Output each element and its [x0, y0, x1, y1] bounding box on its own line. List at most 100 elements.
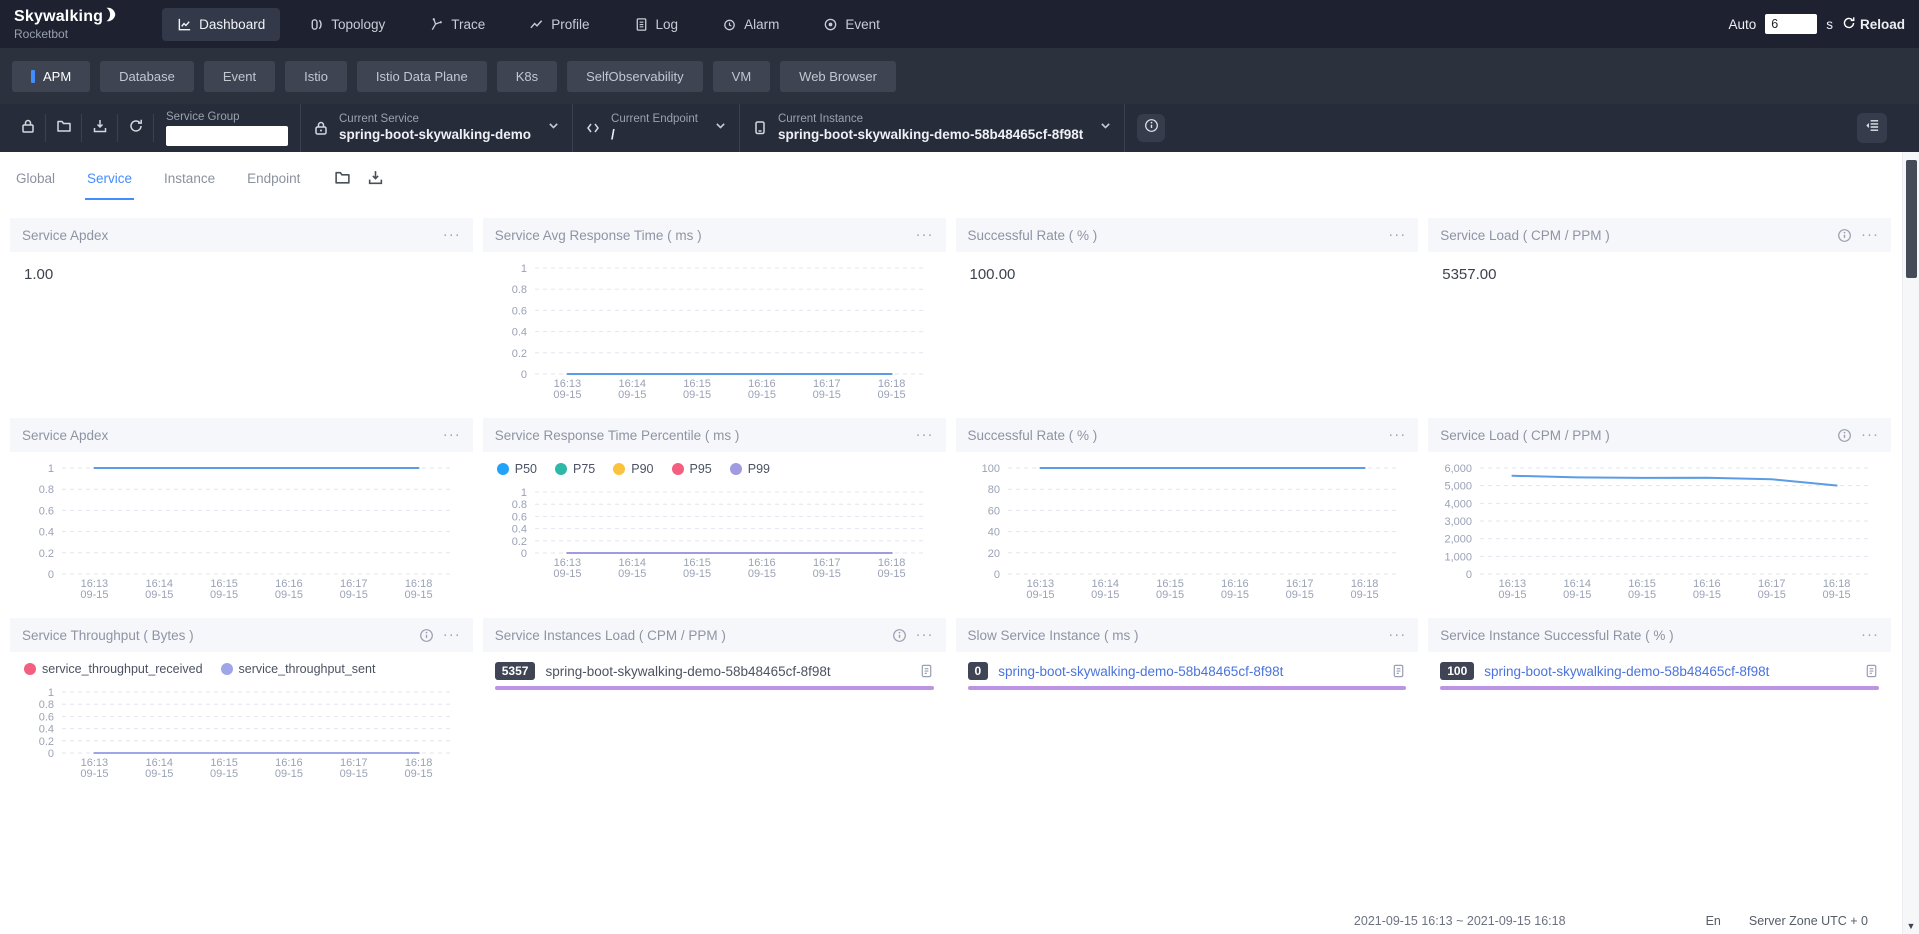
- svg-text:0: 0: [48, 748, 54, 760]
- card-header: Slow Service Instance ( ms )···: [956, 618, 1419, 652]
- tab-global[interactable]: Global: [14, 161, 57, 200]
- page-tab-apm[interactable]: APM: [12, 61, 90, 92]
- download-icon: [92, 118, 108, 139]
- nav-item-dashboard[interactable]: Dashboard: [162, 8, 280, 41]
- nav-item-topology[interactable]: Topology: [294, 8, 400, 41]
- svg-text:0: 0: [993, 569, 999, 581]
- more-menu-icon[interactable]: ···: [916, 230, 934, 240]
- service-group-label: Service Group: [166, 110, 288, 124]
- page-tab-web-browser[interactable]: Web Browser: [780, 61, 896, 92]
- folder-button[interactable]: [46, 114, 82, 142]
- svg-text:0.2: 0.2: [511, 348, 526, 360]
- nav-item-trace[interactable]: Trace: [414, 8, 500, 41]
- nav-item-event[interactable]: Event: [808, 8, 895, 41]
- usage-bar: [1440, 686, 1879, 690]
- page-tab-selfobservability[interactable]: SelfObservability: [567, 61, 703, 92]
- export-button[interactable]: [82, 114, 118, 142]
- current-instance-selector[interactable]: Current Instance spring-boot-skywalking-…: [740, 104, 1125, 152]
- nav-item-label: Profile: [551, 17, 589, 32]
- language-switch[interactable]: En: [1706, 914, 1721, 928]
- refresh-icon: [128, 118, 144, 139]
- refresh-button[interactable]: [118, 114, 154, 142]
- more-menu-icon[interactable]: ···: [1861, 230, 1879, 240]
- info-icon[interactable]: [1837, 428, 1852, 443]
- collapse-panel-button[interactable]: [1857, 113, 1887, 143]
- page-tab-vm[interactable]: VM: [713, 61, 771, 92]
- current-service-selector[interactable]: Current Service spring-boot-skywalking-d…: [301, 104, 573, 152]
- reload-button[interactable]: Reload: [1842, 16, 1905, 33]
- page-tab-istio-data-plane[interactable]: Istio Data Plane: [357, 61, 487, 92]
- tab-instance[interactable]: Instance: [162, 161, 217, 200]
- card-header: Service Response Time Percentile ( ms )·…: [483, 418, 946, 452]
- logo-title: Skywalking: [14, 8, 103, 26]
- info-icon[interactable]: [1837, 228, 1852, 243]
- legend-item-p99[interactable]: P99: [730, 462, 770, 476]
- more-menu-icon[interactable]: ···: [1388, 630, 1406, 640]
- nav-item-alarm[interactable]: Alarm: [707, 8, 794, 41]
- metric-badge: 5357: [495, 662, 536, 680]
- legend-item-p50[interactable]: P50: [497, 462, 537, 476]
- card-title: Service Apdex: [22, 228, 443, 243]
- card-service-avg-response-time-ms: Service Avg Response Time ( ms )···00.20…: [483, 218, 946, 408]
- current-service-value: spring-boot-skywalking-demo: [339, 127, 531, 144]
- copy-icon[interactable]: [919, 663, 934, 679]
- instance-link[interactable]: spring-boot-skywalking-demo-58b48465cf-8…: [1484, 664, 1854, 679]
- scrollbar-thumb[interactable]: [1906, 160, 1917, 278]
- page-tab-event[interactable]: Event: [204, 61, 275, 92]
- selector-toolbar: Service Group Current Service spring-boo…: [0, 104, 1919, 152]
- lock-button[interactable]: [10, 114, 46, 142]
- legend-item-service-throughput-received[interactable]: service_throughput_received: [24, 662, 203, 676]
- legend-item-p95[interactable]: P95: [672, 462, 712, 476]
- download-icon[interactable]: [367, 169, 384, 191]
- info-icon[interactable]: [419, 628, 434, 643]
- info-icon[interactable]: [892, 628, 907, 643]
- more-menu-icon[interactable]: ···: [916, 430, 934, 440]
- card-header: Service Apdex···: [10, 418, 473, 452]
- more-menu-icon[interactable]: ···: [443, 230, 461, 240]
- skywalking-logo: Skywalking Rocketbot: [14, 7, 116, 41]
- chevron-down-icon: [1099, 119, 1112, 137]
- server-zone[interactable]: Server Zone UTC + 0: [1749, 914, 1868, 928]
- current-endpoint-selector[interactable]: Current Endpoint /: [573, 104, 740, 152]
- page-tab-label: Istio: [304, 69, 328, 84]
- more-menu-icon[interactable]: ···: [1388, 430, 1406, 440]
- nav-item-profile[interactable]: Profile: [514, 8, 604, 41]
- line-chart-svg: 00.20.40.60.8116:1309-1516:1409-1516:150…: [14, 684, 469, 779]
- legend-item-service-throughput-sent[interactable]: service_throughput_sent: [221, 662, 376, 676]
- page-tab-istio[interactable]: Istio: [285, 61, 347, 92]
- more-menu-icon[interactable]: ···: [916, 630, 934, 640]
- svg-text:0.6: 0.6: [39, 505, 54, 517]
- page-tab-database[interactable]: Database: [100, 61, 194, 92]
- more-menu-icon[interactable]: ···: [443, 430, 461, 440]
- service-group-input[interactable]: [166, 126, 288, 146]
- card-service-load-cpm-ppm: Service Load ( CPM / PPM )···01,0002,000…: [1428, 418, 1891, 608]
- card-service-throughput-bytes: Service Throughput ( Bytes )···service_t…: [10, 618, 473, 779]
- instance-link[interactable]: spring-boot-skywalking-demo-58b48465cf-8…: [998, 664, 1381, 679]
- line-chart-svg: 00.20.40.60.8116:1309-1516:1409-1516:150…: [487, 484, 942, 579]
- more-menu-icon[interactable]: ···: [1388, 230, 1406, 240]
- nav-item-log[interactable]: Log: [619, 8, 694, 41]
- legend-item-p75[interactable]: P75: [555, 462, 595, 476]
- svg-text:4,000: 4,000: [1445, 498, 1473, 510]
- tab-service[interactable]: Service: [85, 161, 134, 200]
- more-menu-icon[interactable]: ···: [443, 630, 461, 640]
- copy-icon[interactable]: [1864, 663, 1879, 679]
- event-icon: [823, 17, 838, 32]
- reload-label: Reload: [1860, 17, 1905, 32]
- auto-interval-input[interactable]: [1765, 14, 1817, 34]
- info-button[interactable]: [1137, 114, 1165, 142]
- svg-text:16:1609-15: 16:1609-15: [1693, 578, 1721, 600]
- scrollbar-down-arrow[interactable]: ▼: [1903, 921, 1919, 931]
- line-chart-svg: 00.20.40.60.8116:1309-1516:1409-1516:150…: [14, 460, 469, 600]
- more-menu-icon[interactable]: ···: [1861, 630, 1879, 640]
- tab-endpoint[interactable]: Endpoint: [245, 161, 302, 200]
- copy-icon[interactable]: [1391, 663, 1406, 679]
- legend-dot: [221, 663, 233, 675]
- more-menu-icon[interactable]: ···: [1861, 430, 1879, 440]
- folder-icon[interactable]: [334, 169, 351, 191]
- page-tab-k8s[interactable]: K8s: [497, 61, 557, 92]
- legend-item-p90[interactable]: P90: [613, 462, 653, 476]
- svg-text:5,000: 5,000: [1445, 481, 1473, 493]
- card-header: Service Avg Response Time ( ms )···: [483, 218, 946, 252]
- metric-value: 1.00: [10, 252, 473, 297]
